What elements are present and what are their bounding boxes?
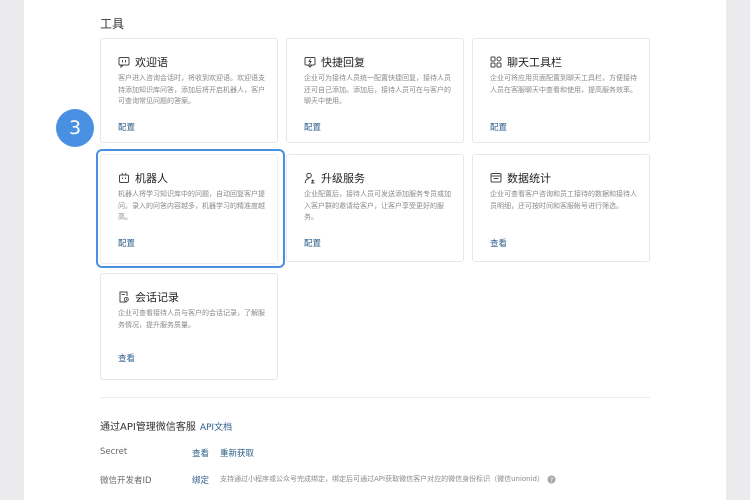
card-title: 升级服务: [321, 172, 365, 185]
quick-reply-icon: [304, 57, 316, 68]
card-welcome: 欢迎语 客户进入咨询会话时，将收到欢迎语。欢迎语支持添加知识库问答，添加后将开启…: [100, 38, 278, 143]
tutorial-highlight-frame: [96, 149, 285, 268]
chat-toolbar-config-link[interactable]: 配置: [490, 121, 507, 133]
statistics-view-link[interactable]: 查看: [490, 237, 507, 249]
card-desc: 客户进入咨询会话时，将收到欢迎语。欢迎语支持添加知识库问答，添加后将开启机器人，…: [118, 74, 265, 105]
secret-view-link[interactable]: 查看: [192, 447, 209, 459]
card-head: 会话记录: [118, 289, 179, 305]
card-quick-reply: 快捷回复 企业可为接待人员统一配置快捷回复，接待人员还可自己添加。添加后，接待人…: [286, 38, 464, 143]
card-title: 欢迎语: [135, 56, 168, 69]
developer-id-label: 微信开发者ID: [100, 476, 152, 486]
card-title: 快捷回复: [321, 56, 365, 69]
card-statistics: 数据统计 企业可查看客户咨询和员工接待的数据和接待人员明细，还可按时间和客服帐号…: [472, 154, 650, 262]
divider: [100, 397, 650, 398]
card-title: 数据统计: [507, 172, 551, 185]
welcome-config-link[interactable]: 配置: [118, 121, 135, 133]
quick-reply-config-link[interactable]: 配置: [304, 121, 321, 133]
card-title: 会话记录: [135, 291, 179, 304]
section-title: 工具: [100, 17, 125, 31]
card-head: 聊天工具栏: [490, 54, 562, 70]
developer-id-note: 支持通过小程序或公众号完成绑定，绑定后可通过API获取微信客户对应的微信身份标识…: [220, 474, 556, 484]
card-upgrade-service: 升级服务 企业配置后，接待人员可发送添加服务专员或加入客户群的邀请给客户，让客户…: [286, 154, 464, 262]
help-icon[interactable]: ?: [547, 474, 556, 484]
secret-refresh-link[interactable]: 重新获取: [220, 447, 254, 459]
upgrade-service-icon: [304, 172, 315, 184]
card-desc: 企业可为接待人员统一配置快捷回复，接待人员还可自己添加。添加后，接待人员可在与客…: [304, 74, 451, 105]
card-desc: 企业可将应用页面配置到聊天工具栏，方便接待人员在客服聊天中查看和使用，提高服务效…: [490, 74, 637, 94]
chat-record-view-link[interactable]: 查看: [118, 352, 135, 364]
card-chat-toolbar: 聊天工具栏 企业可将应用页面配置到聊天工具栏，方便接待人员在客服聊天中查看和使用…: [472, 38, 650, 143]
card-desc: 企业可查看接待人员与客户的会话记录，了解服务情况，提升服务质量。: [118, 309, 265, 329]
card-title: 聊天工具栏: [507, 56, 562, 69]
card-head: 欢迎语: [118, 54, 168, 70]
secret-label: Secret: [100, 447, 128, 457]
card-head: 快捷回复: [304, 54, 365, 70]
step-badge: 3: [56, 109, 94, 147]
api-section-title: 通过API管理微信客服 API文档: [100, 418, 232, 433]
card-desc: 企业可查看客户咨询和员工接待的数据和接待人员明细，还可按时间和客服帐号进行筛选。: [490, 190, 637, 210]
developer-bind-link[interactable]: 绑定: [192, 474, 209, 486]
message-bubble-icon: [118, 57, 130, 68]
grid-icon: [490, 56, 502, 68]
statistics-icon: [490, 173, 502, 183]
upgrade-service-config-link[interactable]: 配置: [304, 237, 321, 249]
card-head: 升级服务: [304, 170, 365, 186]
chat-record-icon: [119, 291, 129, 303]
card-chat-record: 会话记录 企业可查看接待人员与客户的会话记录，了解服务情况，提升服务质量。 查看: [100, 273, 278, 380]
api-doc-link[interactable]: API文档: [200, 423, 232, 433]
card-desc: 企业配置后，接待人员可发送添加服务专员或加入客户群的邀请给客户，让客户享受更好的…: [304, 190, 451, 221]
card-head: 数据统计: [490, 170, 551, 186]
api-title-text: 通过API管理微信客服: [100, 422, 196, 433]
svg-text:?: ?: [550, 476, 553, 483]
developer-id-note-text: 支持通过小程序或公众号完成绑定，绑定后可通过API获取微信客户对应的微信身份标识…: [220, 475, 544, 483]
